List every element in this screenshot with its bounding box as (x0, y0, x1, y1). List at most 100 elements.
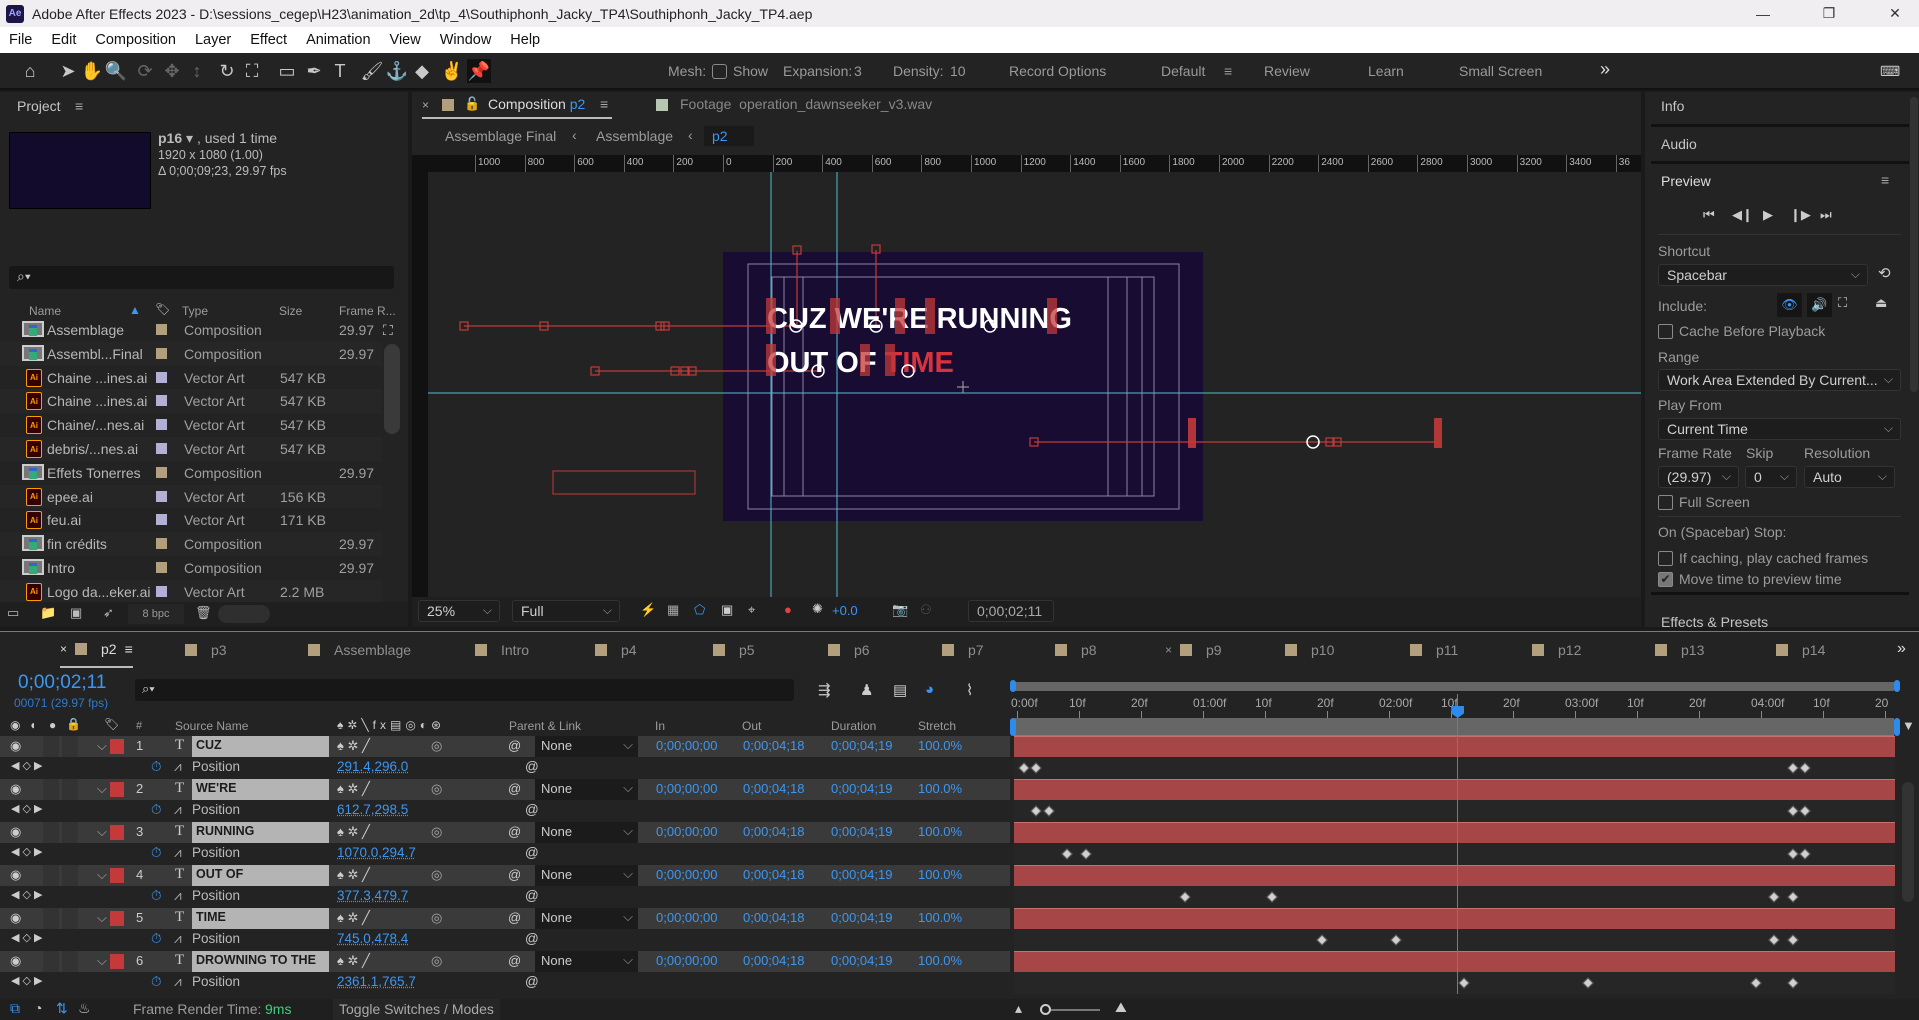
project-scrollbar[interactable] (384, 344, 400, 434)
expand-chevron-icon[interactable]: ⌵ (97, 953, 107, 969)
layer-duration[interactable]: 0;00;04;19 (831, 867, 892, 882)
expand-chevron-icon[interactable]: ⌵ (97, 824, 107, 840)
bit-depth-button[interactable]: 8 bpc (128, 604, 184, 624)
keyframe-navigator[interactable]: ◀ ◇ ▶ (11, 974, 43, 987)
in-out-icon[interactable]: ⇅ (56, 1000, 68, 1017)
column-frame-rate[interactable]: Frame R... (339, 304, 396, 318)
playhead[interactable] (1451, 694, 1465, 994)
clone-stamp-icon[interactable]: ⚓ (385, 59, 409, 83)
property-row[interactable]: ◀ ◇ ▶ ⏱ ⩘ Position 612.7,298.5 @ (0, 800, 1010, 822)
tab-p10[interactable]: p10 (1285, 632, 1334, 668)
layer-duration-bar[interactable] (1014, 736, 1895, 757)
menu-help[interactable]: Help (510, 32, 540, 48)
toggle-switches-modes-button[interactable]: Toggle Switches / Modes (333, 999, 500, 1020)
label-color[interactable] (156, 538, 167, 550)
column-parent-link[interactable]: Parent & Link (509, 719, 581, 733)
type-icon[interactable]: T (328, 59, 352, 83)
layer-duration[interactable]: 0;00;04;19 (831, 910, 892, 925)
project-item[interactable]: Intro Composition 29.97 (0, 556, 382, 580)
motion-blur-switch-icon[interactable]: ◎ (431, 824, 442, 840)
shortcut-dropdown[interactable]: Spacebar ⌵ (1658, 264, 1868, 286)
keyframe[interactable] (1787, 848, 1799, 860)
keyframe[interactable] (1768, 934, 1780, 946)
navigator-start-handle[interactable] (1010, 680, 1016, 692)
label-color[interactable] (156, 466, 167, 478)
layer-in[interactable]: 0;00;00;00 (656, 781, 717, 796)
pen-icon[interactable]: ✒ (302, 59, 326, 83)
expand-chevron-icon[interactable]: ⌵ (97, 738, 107, 754)
resolution-dropdown[interactable]: Full ⌵ (512, 600, 620, 622)
layer-row[interactable]: ◉ ⌵ 2 T WE'RE ♠ ✲ ╱ ◎ @ None ⌵ 0;00;00;00 0;00;04;1… (0, 779, 1010, 800)
workspace-learn[interactable]: Learn (1368, 63, 1404, 79)
layer-switches-icon[interactable]: ⧉ (10, 1000, 20, 1017)
pick-whip-icon[interactable]: @ (508, 781, 521, 796)
close-tab-icon[interactable]: × (60, 642, 67, 656)
lock-icon[interactable]: 🔓 (464, 96, 480, 112)
comp-text-line1[interactable]: CUZ WE'RE RUNNING (767, 303, 1072, 335)
keyframe-navigator[interactable]: ◀ ◇ ▶ (11, 888, 43, 901)
keyframe[interactable] (1799, 762, 1811, 774)
expression-pick-whip-icon[interactable]: @ (525, 974, 539, 989)
transparency-grid-icon[interactable]: ▦ (667, 602, 679, 618)
fast-previews-icon[interactable]: ⚡ (640, 602, 656, 618)
graph-icon[interactable]: ⩘ (174, 931, 182, 947)
play-icon[interactable]: ▶ (1763, 207, 1773, 223)
sort-ascending-icon[interactable]: ▲ (129, 303, 141, 317)
close-button[interactable]: ✕ (1872, 0, 1918, 27)
solo-toggle[interactable] (43, 951, 59, 972)
workspace-review[interactable]: Review (1264, 63, 1310, 79)
keyframe[interactable] (1018, 762, 1030, 774)
tab-p4[interactable]: p4 (595, 632, 637, 668)
parent-dropdown[interactable]: None ⌵ (535, 779, 638, 800)
label-color[interactable] (156, 395, 167, 407)
maximize-button[interactable]: ❐ (1806, 0, 1852, 27)
motion-blur-switch-icon[interactable]: ◎ (431, 867, 442, 883)
parent-dropdown[interactable]: None ⌵ (535, 865, 638, 886)
info-panel-tab[interactable]: Info (1661, 98, 1684, 114)
tab-p9[interactable]: × p9 (1165, 632, 1222, 668)
visibility-eye-icon[interactable]: ◉ (10, 738, 21, 754)
property-value[interactable]: 1070.0,294.7 (337, 845, 416, 860)
layer-label-color[interactable] (110, 825, 124, 840)
graph-icon[interactable]: ⩘ (174, 759, 182, 775)
solo-switch-icon[interactable]: ● (49, 718, 56, 732)
property-row[interactable]: ◀ ◇ ▶ ⏱ ⩘ Position 291.4,296.0 @ (0, 757, 1010, 779)
render-time-icon[interactable]: ♨ (78, 1000, 91, 1017)
layer-out[interactable]: 0;00;04;18 (743, 910, 804, 925)
grid-guides-icon[interactable]: ⌖ (748, 602, 755, 618)
puppet-pin-icon[interactable]: 📌 (467, 59, 491, 83)
stopwatch-icon[interactable]: ⏱ (151, 974, 162, 990)
visibility-eye-icon[interactable]: ◉ (10, 953, 21, 969)
keyframe[interactable] (1061, 848, 1074, 860)
layer-row[interactable]: ◉ ⌵ 6 T DROWNING TO THE ♠ ✲ ╱ ◎ @ None ⌵ 0;00;00;0… (0, 951, 1010, 972)
layer-row[interactable]: ◉ ⌵ 4 T OUT OF ♠ ✲ ╱ ◎ @ None ⌵ 0;00;00;00 0;00;04;… (0, 865, 1010, 886)
viewer-canvas[interactable]: CUZ WE'RE RUNNING OUT OF TIME (428, 172, 1641, 597)
property-value[interactable]: 612.7,298.5 (337, 802, 408, 817)
property-row[interactable]: ◀ ◇ ▶ ⏱ ⩘ Position 377.3,479.7 @ (0, 886, 1010, 908)
new-composition-icon[interactable]: ▣ (70, 605, 82, 621)
motion-blur-switch-icon[interactable]: ◎ (431, 953, 442, 969)
project-item[interactable]: Ai epee.ai Vector Art 156 KB (0, 484, 382, 509)
mesh-show-checkbox[interactable] (712, 64, 727, 79)
layer-stretch[interactable]: 100.0% (918, 824, 962, 839)
channel-icon[interactable]: ● (784, 602, 792, 617)
layer-in[interactable]: 0;00;00;00 (656, 910, 717, 925)
motion-blur-switch-icon[interactable]: ◎ (431, 738, 442, 754)
label-color[interactable] (156, 585, 167, 597)
lock-toggle[interactable] (62, 908, 78, 929)
layer-duration-bar[interactable] (1014, 908, 1895, 929)
layer-duration[interactable]: 0;00;04;19 (831, 953, 892, 968)
layer-in[interactable]: 0;00;00;00 (656, 824, 717, 839)
property-value[interactable]: 291.4,296.0 (337, 759, 408, 774)
layer-label-color[interactable] (110, 782, 124, 797)
tab-p5[interactable]: p5 (713, 632, 755, 668)
new-folder-icon[interactable]: 📁 (40, 605, 56, 621)
column-stretch[interactable]: Stretch (918, 719, 956, 733)
panel-menu-icon[interactable]: ≡ (1881, 172, 1889, 188)
property-value[interactable]: 377.3,479.7 (337, 888, 408, 903)
project-item[interactable]: Assembl...Final Composition 29.97 (0, 341, 382, 366)
stopwatch-icon[interactable]: ⏱ (151, 888, 162, 904)
motion-blur-icon[interactable]: ◕ (925, 681, 934, 698)
region-of-interest-icon[interactable]: ▣ (721, 602, 733, 618)
time-navigator[interactable] (1010, 679, 1900, 693)
